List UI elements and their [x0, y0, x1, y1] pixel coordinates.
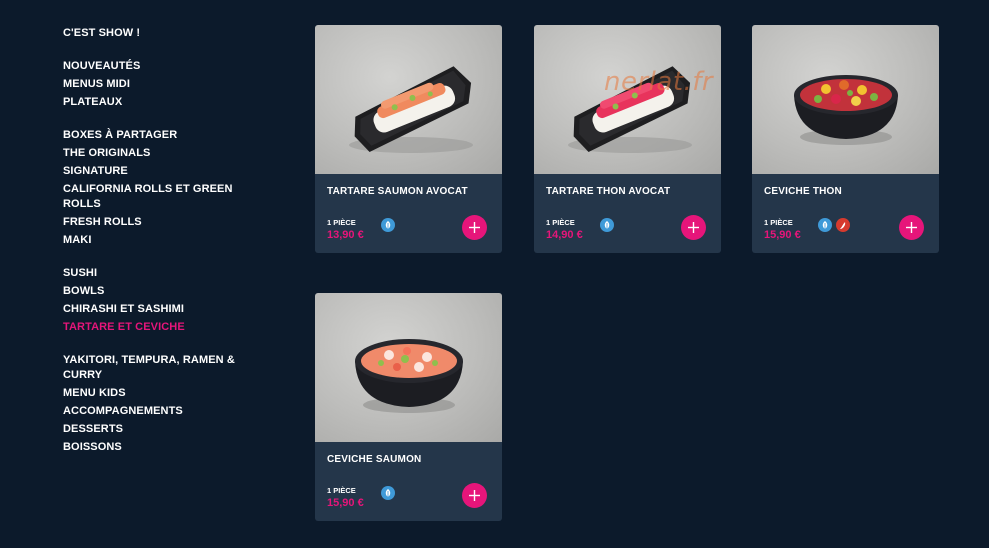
- nav-item-boissons[interactable]: BOISSONS: [63, 440, 253, 455]
- plus-icon: [469, 222, 480, 233]
- leaf-icon: [600, 218, 614, 232]
- nav-item-menus-midi[interactable]: MENUS MIDI: [63, 77, 253, 92]
- watermark: nerlat.fr: [604, 67, 714, 97]
- nav-item-menu-kids[interactable]: MENU KIDS: [63, 386, 253, 401]
- leaf-icon: [381, 218, 395, 232]
- product-card[interactable]: TARTARE SAUMON AVOCAT 1 PIÈCE 13,90 €: [315, 25, 502, 253]
- add-to-cart-button[interactable]: [462, 483, 487, 508]
- product-image: [315, 25, 502, 174]
- nav-item-bowls[interactable]: BOWLS: [63, 284, 253, 299]
- nav-item-maki[interactable]: MAKI: [63, 233, 253, 248]
- nav-item-california-rolls[interactable]: CALIFORNIA ROLLS ET GREEN ROLLS: [63, 182, 253, 212]
- product-name: TARTARE THON AVOCAT: [546, 186, 671, 197]
- product-price: 14,90 €: [546, 229, 583, 241]
- product-quantity: 1 PIÈCE: [327, 218, 356, 227]
- product-name: CEVICHE THON: [764, 186, 842, 197]
- product-name: TARTARE SAUMON AVOCAT: [327, 186, 468, 197]
- product-card[interactable]: CEVICHE SAUMON 1 PIÈCE 15,90 €: [315, 293, 502, 521]
- product-price: 13,90 €: [327, 229, 364, 241]
- nav-group-new: NOUVEAUTÉS MENUS MIDI PLATEAUX: [63, 59, 253, 110]
- nav-item-the-originals[interactable]: THE ORIGINALS: [63, 146, 253, 161]
- product-card[interactable]: CEVICHE THON 1 PIÈCE 15,90 €: [752, 25, 939, 253]
- product-badges: [600, 218, 614, 232]
- ceviche-thon-image: [794, 75, 898, 145]
- tartare-thon-image: [568, 66, 692, 153]
- product-name: CEVICHE SAUMON: [327, 454, 422, 465]
- tartare-saumon-image: [349, 66, 473, 153]
- chili-icon: [836, 218, 850, 232]
- product-quantity: 1 PIÈCE: [327, 486, 356, 495]
- nav-item-tartare-ceviche[interactable]: TARTARE ET CEVICHE: [63, 320, 253, 335]
- nav-item-accompagnements[interactable]: ACCOMPAGNEMENTS: [63, 404, 253, 419]
- nav-group-other: YAKITORI, TEMPURA, RAMEN & CURRY MENU KI…: [63, 353, 253, 455]
- product-quantity: 1 PIÈCE: [764, 218, 793, 227]
- add-to-cart-button[interactable]: [681, 215, 706, 240]
- product-image: [752, 25, 939, 174]
- nav-item-boxes-a-partager[interactable]: BOXES À PARTAGER: [63, 128, 253, 143]
- nav-item-cest-show[interactable]: C'EST SHOW !: [63, 26, 253, 41]
- product-badges: [381, 486, 395, 500]
- nav-group-sushi: SUSHI BOWLS CHIRASHI ET SASHIMI TARTARE …: [63, 266, 253, 335]
- plus-icon: [906, 222, 917, 233]
- nav-item-fresh-rolls[interactable]: FRESH ROLLS: [63, 215, 253, 230]
- nav-item-plateaux[interactable]: PLATEAUX: [63, 95, 253, 110]
- nav-item-nouveautes[interactable]: NOUVEAUTÉS: [63, 59, 253, 74]
- product-price: 15,90 €: [764, 229, 801, 241]
- category-sidebar: C'EST SHOW ! NOUVEAUTÉS MENUS MIDI PLATE…: [63, 26, 253, 473]
- leaf-icon: [381, 486, 395, 500]
- nav-item-chirashi-sashimi[interactable]: CHIRASHI ET SASHIMI: [63, 302, 253, 317]
- leaf-icon: [818, 218, 832, 232]
- product-badges: [381, 218, 395, 232]
- plus-icon: [469, 490, 480, 501]
- nav-group-featured: C'EST SHOW !: [63, 26, 253, 41]
- product-image: [315, 293, 502, 442]
- plus-icon: [688, 222, 699, 233]
- product-badges: [818, 218, 850, 232]
- product-quantity: 1 PIÈCE: [546, 218, 575, 227]
- add-to-cart-button[interactable]: [899, 215, 924, 240]
- nav-item-signature[interactable]: SIGNATURE: [63, 164, 253, 179]
- product-card[interactable]: nerlat.fr TARTARE THON AVOCAT 1 PIÈCE 14…: [534, 25, 721, 253]
- nav-item-sushi[interactable]: SUSHI: [63, 266, 253, 281]
- product-image: nerlat.fr: [534, 25, 721, 174]
- add-to-cart-button[interactable]: [462, 215, 487, 240]
- ceviche-saumon-image: [355, 339, 463, 413]
- nav-item-yakitori[interactable]: YAKITORI, TEMPURA, RAMEN & CURRY: [63, 353, 253, 383]
- nav-item-desserts[interactable]: DESSERTS: [63, 422, 253, 437]
- product-price: 15,90 €: [327, 497, 364, 509]
- nav-group-rolls: BOXES À PARTAGER THE ORIGINALS SIGNATURE…: [63, 128, 253, 248]
